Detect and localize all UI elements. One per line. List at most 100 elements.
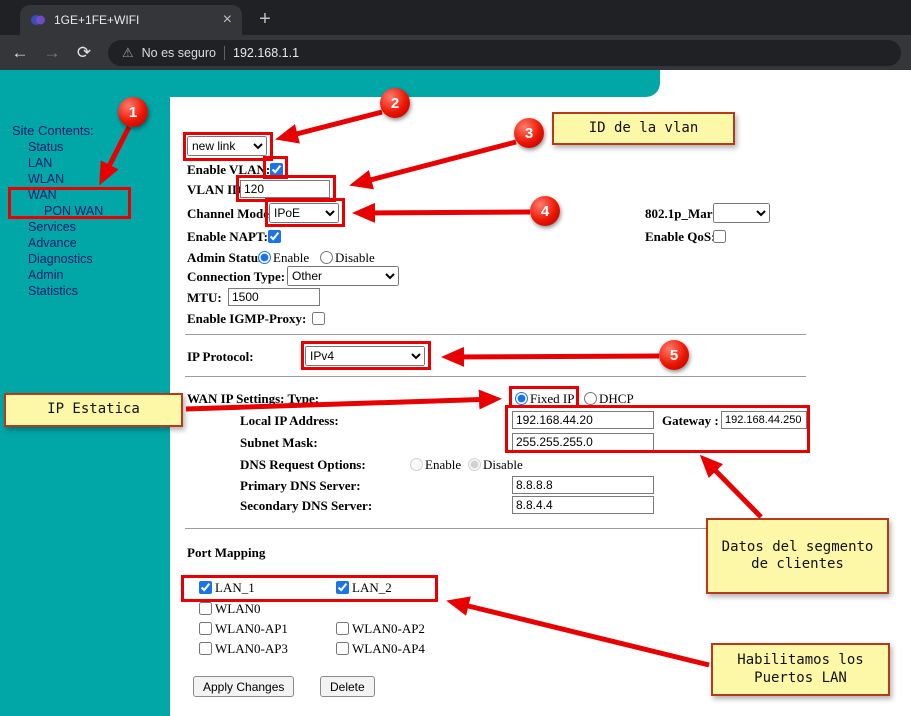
sidebar-item-admin[interactable]: Admin bbox=[28, 268, 103, 284]
sidebar-item-pon-wan[interactable]: PON WAN bbox=[28, 204, 103, 220]
port-wlan0-ap3-label: WLAN0-AP3 bbox=[215, 641, 288, 657]
sidebar-item-statistics[interactable]: Statistics bbox=[28, 284, 103, 300]
admin-enable-label: Enable bbox=[273, 250, 309, 266]
channel-mode-select[interactable]: IPoE bbox=[269, 203, 339, 223]
local-ip-input[interactable] bbox=[512, 411, 654, 429]
wan-ip-settings-label: WAN IP Settings: Type: bbox=[187, 391, 319, 407]
vlan-id-input[interactable] bbox=[240, 180, 330, 198]
apply-changes-button[interactable]: Apply Changes bbox=[193, 676, 294, 697]
mtu-input[interactable] bbox=[228, 288, 320, 306]
dot1p-mark-label: 802.1p_Mark bbox=[645, 206, 720, 222]
mtu-label: MTU: bbox=[187, 290, 222, 306]
address-separator bbox=[224, 46, 225, 60]
port-lan2-checkbox[interactable] bbox=[336, 581, 349, 594]
close-tab-icon[interactable]: × bbox=[223, 12, 232, 28]
favicon bbox=[30, 12, 46, 28]
browser-toolbar: ← → ⟳ ⚠ No es seguro 192.168.1.1 bbox=[0, 35, 911, 70]
admin-disable-label: Disable bbox=[335, 250, 375, 266]
step-badge-3: 3 bbox=[514, 118, 544, 148]
sidebar-title: Site Contents: bbox=[12, 123, 94, 138]
divider bbox=[185, 334, 806, 335]
port-wlan0-ap2-checkbox[interactable] bbox=[336, 622, 349, 635]
port-wlan0-ap3-checkbox[interactable] bbox=[199, 642, 212, 655]
port-wlan0-ap2-label: WLAN0-AP2 bbox=[352, 621, 425, 637]
primary-dns-label: Primary DNS Server: bbox=[240, 478, 361, 494]
wan-link-select[interactable]: new link bbox=[187, 136, 267, 156]
tab-title: 1GE+1FE+WIFI bbox=[54, 13, 215, 27]
secondary-dns-input[interactable] bbox=[512, 496, 654, 514]
sidebar-item-advance[interactable]: Advance bbox=[28, 236, 103, 252]
divider bbox=[185, 376, 806, 377]
browser-tab-bar: 1GE+1FE+WIFI × + bbox=[0, 0, 911, 35]
local-ip-label: Local IP Address: bbox=[240, 413, 339, 429]
admin-enable-radio[interactable] bbox=[258, 251, 271, 264]
port-wlan0-ap4-label: WLAN0-AP4 bbox=[352, 641, 425, 657]
fixed-ip-radio[interactable] bbox=[515, 392, 528, 405]
secondary-dns-label: Secondary DNS Server: bbox=[240, 498, 372, 514]
enable-vlan-checkbox[interactable] bbox=[270, 163, 283, 176]
sidebar-item-lan[interactable]: LAN bbox=[28, 156, 103, 172]
enable-qos-label: Enable QoS: bbox=[645, 229, 715, 245]
sidebar-item-wan[interactable]: WAN bbox=[28, 188, 103, 204]
connection-type-select[interactable]: Other bbox=[287, 266, 399, 286]
port-lan1-checkbox[interactable] bbox=[199, 581, 212, 594]
step-badge-1: 1 bbox=[118, 97, 148, 127]
new-tab-button[interactable]: + bbox=[252, 6, 278, 32]
ip-protocol-select[interactable]: IPv4 bbox=[305, 346, 425, 366]
page-header-bar bbox=[0, 70, 660, 97]
port-wlan0-checkbox[interactable] bbox=[199, 602, 212, 615]
address-bar[interactable]: ⚠ No es seguro 192.168.1.1 bbox=[108, 40, 901, 66]
security-label[interactable]: No es seguro bbox=[142, 46, 216, 60]
dns-disable-label: Disable bbox=[483, 457, 523, 473]
step-badge-4: 4 bbox=[530, 196, 560, 226]
subnet-mask-label: Subnet Mask: bbox=[240, 435, 318, 451]
enable-qos-checkbox[interactable] bbox=[713, 230, 726, 243]
enable-napt-checkbox[interactable] bbox=[268, 230, 281, 243]
port-mapping-title: Port Mapping bbox=[187, 545, 265, 561]
connection-type-label: Connection Type: bbox=[187, 269, 285, 285]
port-wlan0-ap1-label: WLAN0-AP1 bbox=[215, 621, 288, 637]
gateway-label: Gateway : bbox=[662, 413, 719, 429]
sidebar-item-wlan[interactable]: WLAN bbox=[28, 172, 103, 188]
port-lan1-label: LAN_1 bbox=[215, 580, 255, 596]
dns-enable-label: Enable bbox=[425, 457, 461, 473]
note-static-ip: IP Estatica bbox=[4, 393, 183, 427]
gateway-input[interactable] bbox=[721, 411, 807, 429]
admin-status-label: Admin Status: bbox=[187, 250, 268, 266]
note-lan-ports: Habilitamos los Puertos LAN bbox=[711, 643, 890, 696]
back-icon[interactable]: ← bbox=[6, 39, 34, 67]
step-badge-2: 2 bbox=[380, 88, 410, 118]
url-text: 192.168.1.1 bbox=[233, 46, 299, 60]
dns-disable-radio[interactable] bbox=[468, 458, 481, 471]
warning-icon: ⚠ bbox=[122, 45, 134, 61]
subnet-mask-input[interactable] bbox=[512, 433, 654, 451]
port-lan2-label: LAN_2 bbox=[352, 580, 392, 596]
port-wlan0-ap1-checkbox[interactable] bbox=[199, 622, 212, 635]
delete-button[interactable]: Delete bbox=[320, 676, 375, 697]
dhcp-label: DHCP bbox=[599, 391, 634, 407]
sidebar-item-diagnostics[interactable]: Diagnostics bbox=[28, 252, 103, 268]
reload-icon[interactable]: ⟳ bbox=[70, 39, 98, 67]
dns-enable-radio[interactable] bbox=[410, 458, 423, 471]
enable-vlan-label: Enable VLAN: bbox=[187, 162, 270, 178]
sidebar-item-status[interactable]: Status bbox=[28, 140, 103, 156]
vlan-id-label: VLAN ID: bbox=[187, 182, 246, 198]
primary-dns-input[interactable] bbox=[512, 476, 654, 494]
channel-mode-label: Channel Mode: bbox=[187, 206, 273, 222]
dot1p-mark-select[interactable] bbox=[713, 203, 770, 223]
port-wlan0-ap4-checkbox[interactable] bbox=[336, 642, 349, 655]
step-badge-5: 5 bbox=[659, 340, 689, 370]
enable-napt-label: Enable NAPT: bbox=[187, 229, 268, 245]
dhcp-radio[interactable] bbox=[584, 392, 597, 405]
browser-tab[interactable]: 1GE+1FE+WIFI × bbox=[20, 5, 242, 35]
forward-icon[interactable]: → bbox=[38, 39, 66, 67]
sidebar-item-services[interactable]: Services bbox=[28, 220, 103, 236]
dns-request-label: DNS Request Options: bbox=[240, 457, 366, 473]
admin-disable-radio[interactable] bbox=[320, 251, 333, 264]
note-vlan-id: ID de la vlan bbox=[552, 112, 735, 145]
igmp-proxy-checkbox[interactable] bbox=[312, 312, 325, 325]
port-wlan0-label: WLAN0 bbox=[215, 601, 261, 617]
fixed-ip-label: Fixed IP bbox=[530, 391, 574, 407]
igmp-proxy-label: Enable IGMP-Proxy: bbox=[187, 311, 306, 327]
note-client-segment: Datos del segmento de clientes bbox=[706, 518, 889, 594]
